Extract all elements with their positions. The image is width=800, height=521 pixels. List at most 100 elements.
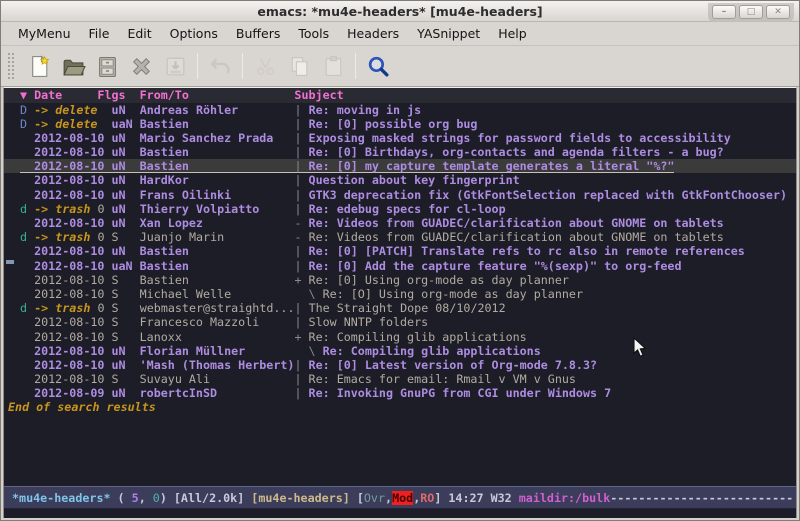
frame-bottom-edge <box>1 518 799 520</box>
toolbar <box>1 46 799 87</box>
message-row-text: 2012-08-10 S Lanoxx + Re: Compiling glib… <box>20 330 527 344</box>
message-row[interactable]: 2012-08-10 S Lanoxx + Re: Compiling glib… <box>4 330 796 344</box>
end-of-results-label: End of search results <box>4 400 796 414</box>
dired-button[interactable] <box>90 50 124 82</box>
menu-edit[interactable]: Edit <box>118 23 160 44</box>
modeline-segment-mod: Mod <box>392 491 413 505</box>
message-row-text: D -> delete uaN Bastien | Re: [0] possib… <box>20 117 477 131</box>
message-row[interactable]: 2012-08-10 uN 'Mash (Thomas Herbert)| Re… <box>4 358 796 372</box>
modeline-segment-def: -------------------------- <box>610 491 793 505</box>
message-row[interactable]: 2012-08-09 uN robertcInSD | Re: Invoking… <box>4 386 796 400</box>
message-row[interactable]: d -> trash 0 uN Thierry Volpiatto | Re: … <box>4 202 796 216</box>
modeline-segment-def: [ <box>350 491 364 505</box>
modeline-segment-bname: [mu4e-headers] <box>251 491 350 505</box>
undo-icon <box>208 54 233 79</box>
new-file-button[interactable] <box>22 50 56 82</box>
menu-tools[interactable]: Tools <box>289 23 338 44</box>
kill-buffer-icon <box>129 54 154 79</box>
headers-column-header[interactable]: ▼ Date Flgs From/To Subject <box>4 88 796 103</box>
message-row-text: 2012-08-10 S Francesco Mazzoli | Slow NN… <box>20 315 428 329</box>
message-row[interactable]: 2012-08-10 uN Mario Sanchez Prada | Expo… <box>4 131 796 145</box>
search-button[interactable] <box>361 50 395 82</box>
empty-buffer-space[interactable] <box>4 415 796 486</box>
modeline-segment-def: 14:27 W32 <box>448 491 518 505</box>
message-row[interactable]: 2012-08-10 S Bastien + Re: [0] Using org… <box>4 273 796 287</box>
window-title: emacs: *mu4e-headers* [mu4e-headers] <box>257 4 542 19</box>
toolbar-separator <box>197 53 198 79</box>
message-row-text: 2012-08-10 S Bastien + Re: [0] Using org… <box>20 273 569 287</box>
message-row-text: d -> trash 0 uN Thierry Volpiatto | Re: … <box>20 202 506 216</box>
modeline-segment-ovr: Ovr <box>364 491 385 505</box>
message-row-text: d -> trash 0 S Juanjo Marin - Re: Videos… <box>20 230 724 244</box>
menu-help[interactable]: Help <box>489 23 536 44</box>
message-row-text: 2012-08-10 uN 'Mash (Thomas Herbert)| Re… <box>20 358 597 372</box>
modeline-segment-def: ( <box>111 491 132 505</box>
modeline-segment-buf: *mu4e-headers* <box>12 491 111 505</box>
open-file-button[interactable] <box>56 50 90 82</box>
toolbar-drag-handle[interactable] <box>7 52 16 80</box>
message-row[interactable]: 2012-08-10 S Suvayu Ali | Re: Emacs for … <box>4 372 796 386</box>
message-row-text: 2012-08-10 uN Bastien | Re: [0] my captu… <box>20 159 674 173</box>
message-row[interactable]: 2012-08-10 uaN Bastien | Re: [0] Add the… <box>4 259 796 273</box>
message-row-text: 2012-08-10 uN Bastien | Re: [0] [PATCH] … <box>20 244 745 258</box>
paste-icon <box>321 54 346 79</box>
minimize-button[interactable]: – <box>712 5 736 19</box>
modeline-segment-def: , <box>385 491 392 505</box>
window-controls: –□✕ <box>708 3 794 22</box>
menu-headers[interactable]: Headers <box>338 23 408 44</box>
modeline-segment-n2: 0 <box>153 491 160 505</box>
kill-buffer-button[interactable] <box>124 50 158 82</box>
maximize-button[interactable]: □ <box>739 5 763 19</box>
toolbar-separator <box>242 53 243 79</box>
message-row-text: 2012-08-10 uaN Bastien | Re: [0] Add the… <box>20 259 681 273</box>
mode-line[interactable]: *mu4e-headers* ( 5, 0) [All/2.0k] [mu4e-… <box>4 486 796 509</box>
new-file-icon <box>27 54 52 79</box>
copy-button <box>282 50 316 82</box>
message-list: D -> delete uN Andreas Röhler | Re: movi… <box>4 103 796 401</box>
message-row-current[interactable]: 2012-08-10 uN Bastien | Re: [0] my captu… <box>4 159 796 173</box>
close-button[interactable]: ✕ <box>766 5 790 19</box>
message-row-text: 2012-08-10 uN Florian Müllner \ Re: Comp… <box>20 344 541 358</box>
modeline-segment-dir: maildir:/bulk <box>519 491 610 505</box>
message-row[interactable]: 2012-08-10 uN Frans Oilinki | GTK3 depre… <box>4 188 796 202</box>
save-buffer-button <box>158 50 192 82</box>
message-row-text: 2012-08-09 uN robertcInSD | Re: Invoking… <box>20 386 611 400</box>
menu-bar: MyMenuFileEditOptionsBuffersToolsHeaders… <box>1 22 799 46</box>
message-row-text: 2012-08-10 uN Frans Oilinki | GTK3 depre… <box>20 188 787 202</box>
message-row[interactable]: 2012-08-10 uN Florian Müllner \ Re: Comp… <box>4 344 796 358</box>
menu-mymenu[interactable]: MyMenu <box>9 23 80 44</box>
message-row[interactable]: 2012-08-10 S Michael Welle \ Re: [O] Usi… <box>4 287 796 301</box>
save-buffer-icon <box>163 54 188 79</box>
message-row[interactable]: d -> trash 0 S webmaster@straightd...| T… <box>4 301 796 315</box>
fringe-current-line-indicator <box>6 260 14 264</box>
echo-area[interactable] <box>4 509 796 518</box>
message-row[interactable]: 2012-08-10 uN Bastien | Re: [0] Birthday… <box>4 145 796 159</box>
search-icon <box>366 54 391 79</box>
emacs-window: emacs: *mu4e-headers* [mu4e-headers] –□✕… <box>0 0 800 521</box>
toolbar-separator <box>355 53 356 79</box>
message-row-text: 2012-08-10 uN Xan Lopez - Re: Videos fro… <box>20 216 724 230</box>
menu-options[interactable]: Options <box>161 23 227 44</box>
menu-file[interactable]: File <box>80 23 119 44</box>
cut-icon <box>253 54 278 79</box>
message-row[interactable]: 2012-08-10 uN Xan Lopez - Re: Videos fro… <box>4 216 796 230</box>
modeline-segment-def: ] <box>434 491 448 505</box>
copy-icon <box>287 54 312 79</box>
message-row-text: d -> trash 0 S webmaster@straightd...| T… <box>20 301 506 315</box>
menu-yasnippet[interactable]: YASnippet <box>408 23 489 44</box>
message-row[interactable]: 2012-08-10 S Francesco Mazzoli | Slow NN… <box>4 315 796 329</box>
message-row[interactable]: 2012-08-10 uN Bastien | Re: [0] [PATCH] … <box>4 244 796 258</box>
message-row[interactable]: D -> delete uN Andreas Röhler | Re: movi… <box>4 103 796 117</box>
message-row-text: 2012-08-10 uN Bastien | Re: [0] Birthday… <box>20 145 724 159</box>
modeline-segment-ro: RO <box>420 491 434 505</box>
message-row-text: 2012-08-10 S Michael Welle \ Re: [O] Usi… <box>20 287 583 301</box>
message-row[interactable]: 2012-08-10 uN HardKor | Question about k… <box>4 173 796 187</box>
dired-icon <box>95 54 120 79</box>
message-row-text: 2012-08-10 S Suvayu Ali | Re: Emacs for … <box>20 372 576 386</box>
title-bar[interactable]: emacs: *mu4e-headers* [mu4e-headers] –□✕ <box>1 1 799 22</box>
menu-buffers[interactable]: Buffers <box>227 23 289 44</box>
message-row-text: D -> delete uN Andreas Röhler | Re: movi… <box>20 103 421 117</box>
message-row[interactable]: d -> trash 0 S Juanjo Marin - Re: Videos… <box>4 230 796 244</box>
message-row[interactable]: D -> delete uaN Bastien | Re: [0] possib… <box>4 117 796 131</box>
modeline-segment-def: , <box>139 491 153 505</box>
